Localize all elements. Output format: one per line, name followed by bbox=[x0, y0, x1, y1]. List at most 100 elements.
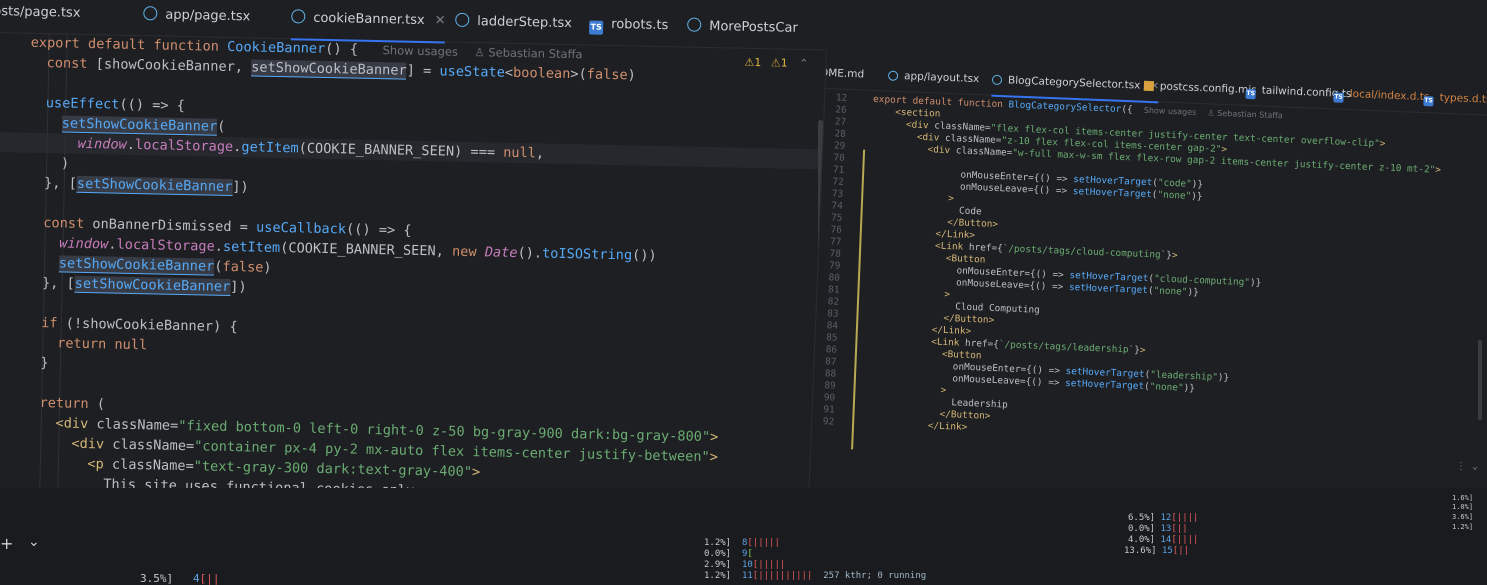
code-area[interactable]: ⚠1 ⚠1 ⌃ export default function CookieBa… bbox=[0, 32, 828, 557]
cpu-row: 1.2%] 8[||||| bbox=[704, 538, 780, 548]
line-number: 92 bbox=[822, 416, 835, 428]
line-number: 83 bbox=[826, 308, 839, 320]
line-number: 82 bbox=[827, 296, 840, 308]
tab-label: postcss.config.mjs bbox=[1159, 80, 1257, 97]
tab-label: MorePostsCar bbox=[709, 18, 798, 36]
close-icon[interactable]: ✕ bbox=[434, 13, 445, 28]
author-hint: Sebastian Staffa bbox=[488, 45, 583, 62]
line-number: 80 bbox=[828, 272, 841, 284]
line-number: 76 bbox=[830, 224, 843, 236]
line-number: 29 bbox=[833, 140, 846, 152]
add-icon[interactable]: + bbox=[0, 534, 13, 553]
line-number: 81 bbox=[827, 284, 840, 296]
react-icon bbox=[887, 70, 899, 81]
tab-postcss[interactable]: postcss.config.mjs bbox=[1143, 71, 1257, 106]
line-number: 85 bbox=[826, 332, 838, 344]
cpu-row: 0.0%] 9[ bbox=[704, 549, 753, 559]
right-editor: DME.md app/layout.tsx BlogCategorySelect… bbox=[808, 52, 1487, 519]
typescript-icon: TS bbox=[588, 20, 604, 35]
react-icon bbox=[291, 9, 306, 24]
line-number: 89 bbox=[824, 380, 836, 392]
line-number: 12 bbox=[835, 92, 848, 104]
cpu-pct: 3.6%] bbox=[1452, 513, 1474, 521]
line-number: 88 bbox=[824, 368, 837, 380]
line-number: 79 bbox=[828, 260, 841, 272]
right-code-area[interactable]: 12 export default function BlogCategoryS… bbox=[809, 88, 1487, 519]
code-line-17: } bbox=[23, 354, 49, 372]
tab-osts-page[interactable]: osts/page.tsx bbox=[0, 0, 81, 34]
tab-label: BlogCategorySelector.tsx bbox=[1007, 74, 1141, 92]
left-editor: osts/page.tsx app/page.tsx cookieBanner.… bbox=[0, 0, 829, 558]
cpu-pct: 1.6%] bbox=[1452, 494, 1474, 502]
line-number: 73 bbox=[831, 188, 844, 200]
line-number: 71 bbox=[832, 164, 845, 176]
react-icon bbox=[991, 74, 1003, 86]
show-usages-hint[interactable]: Show usages bbox=[382, 43, 458, 59]
typescript-icon: TS bbox=[1333, 92, 1344, 103]
code-line-13: }, [setShowCookieBanner]) bbox=[25, 274, 247, 297]
code-line-6: window.localStorage.getItem(COOKIE_BANNE… bbox=[77, 135, 545, 162]
line-number: 91 bbox=[823, 404, 835, 416]
cpu-row: 13.6%] 15[|| bbox=[1124, 546, 1190, 556]
tab-readme[interactable]: DME.md bbox=[820, 58, 865, 90]
right-scrollbar[interactable] bbox=[1478, 340, 1482, 420]
cpu-row: 4.0%] 14[|||| bbox=[1128, 535, 1199, 545]
author-icon: ♙ bbox=[474, 45, 489, 60]
tab-label: app/page.tsx bbox=[165, 7, 251, 25]
tab-layout[interactable]: app/layout.tsx bbox=[887, 61, 980, 95]
tab-label: osts/page.tsx bbox=[0, 3, 81, 21]
js-icon bbox=[1143, 80, 1155, 92]
line-number: 84 bbox=[826, 320, 839, 332]
react-icon bbox=[455, 12, 470, 27]
chevron-down-icon[interactable]: ⌄ bbox=[28, 534, 40, 550]
tab-app-page[interactable]: app/page.tsx bbox=[143, 0, 251, 37]
more-icon[interactable]: ⋮ bbox=[1456, 461, 1466, 472]
terminal-panel[interactable]: + ⌄ 1.2%] 8[||||| 0.0%] 9[ 2.9%] 10[||||… bbox=[0, 488, 1487, 585]
code-line-7: ) bbox=[28, 154, 70, 172]
tab-label: cookieBanner.tsx bbox=[313, 10, 425, 29]
code-line-16: return null bbox=[56, 335, 148, 354]
react-icon bbox=[143, 6, 158, 21]
show-usages-hint[interactable]: Show usages bbox=[1144, 106, 1197, 117]
tab-cookie-banner[interactable]: cookieBanner.tsx ✕ bbox=[290, 0, 446, 44]
tab-label: local/index.d.ts bbox=[1349, 88, 1430, 104]
cpu-row: 6.5%] 12[|||| bbox=[1128, 513, 1199, 523]
tab-robots[interactable]: TS robots.ts bbox=[588, 4, 669, 46]
code-line-8: }, [setShowCookieBanner]) bbox=[27, 174, 249, 197]
line-number: 86 bbox=[825, 344, 838, 356]
cpu-row: 3.5%] 4[|| bbox=[140, 572, 220, 585]
line-number: 72 bbox=[832, 176, 845, 188]
tab-label: types.d.ts bbox=[1439, 91, 1487, 106]
line-number: 87 bbox=[825, 356, 837, 368]
tab-label: robots.ts bbox=[611, 16, 669, 34]
warning-count: 1 bbox=[754, 55, 762, 70]
inspection-widget[interactable]: ⚠1 ⚠1 ⌃ bbox=[744, 56, 808, 70]
cpu-pct: 1.2%] bbox=[1452, 523, 1474, 531]
author-hint: Sebastian Staffa bbox=[1217, 108, 1283, 121]
code-line-19: return ( bbox=[39, 395, 106, 413]
line-number: 28 bbox=[834, 128, 846, 140]
tab-types[interactable]: TS types.d.ts bbox=[1423, 82, 1487, 115]
weak-warning-icon: ⚠ bbox=[770, 56, 781, 70]
tab-more-posts[interactable]: MorePostsCar bbox=[687, 7, 798, 49]
line-number: 77 bbox=[829, 236, 842, 248]
tab-label: ladderStep.tsx bbox=[477, 14, 573, 32]
line-number: 27 bbox=[834, 116, 847, 128]
cpu-row: 2.9%] 10[||||| bbox=[704, 560, 786, 570]
warning-icon: ⚠ bbox=[744, 55, 755, 69]
cpu-row: 0.0%] 13[|| bbox=[1128, 524, 1188, 534]
typescript-icon: TS bbox=[1245, 88, 1256, 100]
tab-ladder-step[interactable]: ladderStep.tsx bbox=[455, 2, 573, 44]
line-number: 78 bbox=[829, 248, 842, 260]
typescript-icon: TS bbox=[1423, 96, 1434, 107]
chevron-up-icon[interactable]: ⌃ bbox=[799, 57, 808, 70]
line-number: 74 bbox=[831, 200, 844, 212]
line-number: 26 bbox=[835, 104, 847, 116]
line-number: 90 bbox=[823, 392, 836, 404]
cpu-row: 1.2%] 11[|||||||||| 257 kthr; 0 running bbox=[704, 571, 927, 581]
minimize-icon[interactable]: ⌄ bbox=[1472, 461, 1478, 472]
cpu-pct: 1.0%] bbox=[1452, 503, 1474, 511]
weak-warning-count: 1 bbox=[780, 56, 788, 70]
tab-local-index[interactable]: TS local/index.d.ts bbox=[1333, 78, 1430, 112]
line-number: 70 bbox=[833, 152, 845, 164]
